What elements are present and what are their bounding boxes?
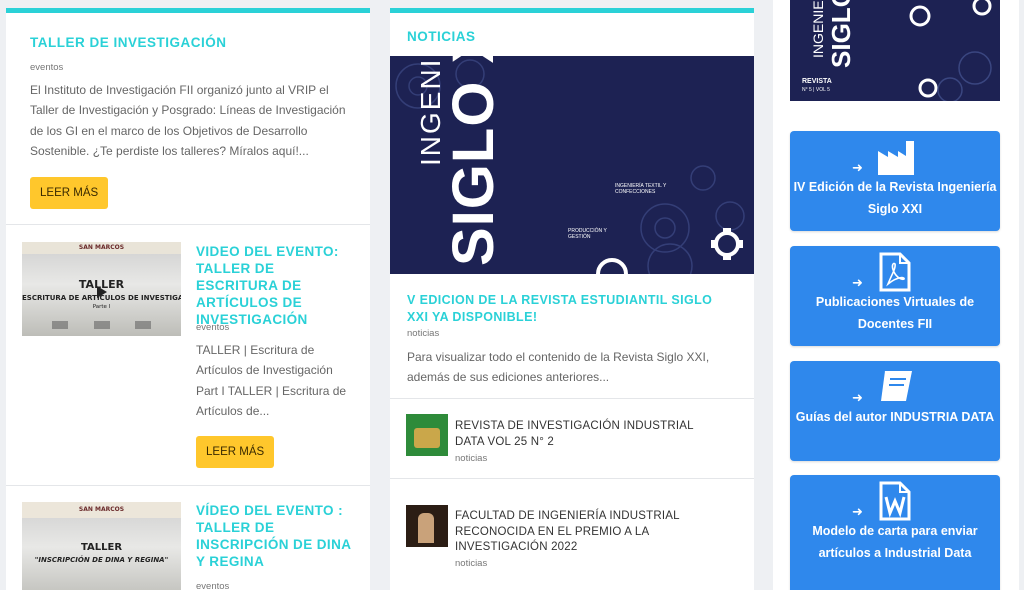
- book-icon: [879, 370, 912, 402]
- publicaciones-virtuales-button[interactable]: ➜ Publicaciones Virtuales de Docentes FI…: [790, 246, 1000, 346]
- cover-text-4: N° 5 | VOL 5: [802, 87, 830, 93]
- news-item-2-title[interactable]: FACULTAD DE INGENIERÍA INDUSTRIAL RECONO…: [455, 509, 735, 556]
- video-2-tag[interactable]: eventos: [196, 581, 229, 590]
- magazine-cover-thumbnail[interactable]: INGENIERÍA SIGLO REVISTA N° 5 | VOL 5: [790, 0, 1000, 101]
- news-item-1-title[interactable]: REVISTA DE INVESTIGACIÓN INDUSTRIAL DATA…: [455, 419, 720, 450]
- taller-title[interactable]: TALLER DE INVESTIGACIÓN: [30, 35, 227, 50]
- taller-excerpt: El Instituto de Investigación FII organi…: [30, 83, 346, 158]
- guias-del-autor-label: Guías del autor INDUSTRIA DATA: [795, 410, 995, 424]
- divider: [390, 398, 754, 399]
- featured-news-excerpt: Para visualizar todo el contenido de la …: [407, 350, 710, 385]
- video-1-thumbnail[interactable]: SAN MARCOS TALLER ESCRITURA DE ARTÍCULOS…: [22, 242, 181, 336]
- arrow-right-icon: ➜: [852, 160, 863, 175]
- thumbnail-line-1: TALLER: [80, 542, 123, 553]
- cover-text-1: INGENIERÍA: [810, 0, 826, 58]
- video-2-thumbnail[interactable]: SAN MARCOS TALLER "INSCRIPCIÓN DE DINA Y…: [22, 502, 181, 590]
- hero-label-b: PRODUCCIÓN Y GESTIÓN: [568, 228, 607, 240]
- thumbnail-header: SAN MARCOS: [22, 502, 181, 518]
- sidebar: INGENIERÍA SIGLO REVISTA N° 5 | VOL 5 ➜ …: [773, 0, 1019, 590]
- cover-text-2: SIGLO: [826, 0, 856, 68]
- news-section-title: NOTICIAS: [407, 29, 476, 44]
- news-column: NOTICIAS INGENIERÍA SIGLO XXI INGENIERÍA…: [390, 8, 754, 590]
- hero-label-a: INGENIERÍA TEXTIL Y CONFECCIONES: [615, 183, 667, 195]
- featured-news-image[interactable]: INGENIERÍA SIGLO XXI INGENIERÍA TEXTIL Y…: [390, 56, 754, 274]
- revista-siglo-xxi-label: IV Edición de la Revista Ingeniería Sigl…: [793, 180, 997, 216]
- revista-siglo-xxi-button[interactable]: ➜ IV Edición de la Revista Ingeniería Si…: [790, 131, 1000, 231]
- events-column: TALLER DE INVESTIGACIÓN eventos El Insti…: [6, 8, 370, 590]
- taller-read-more-button[interactable]: LEER MÁS: [30, 177, 109, 209]
- arrow-right-icon: ➜: [852, 390, 863, 405]
- thumbnail-detail: [418, 513, 434, 543]
- factory-icon: [878, 141, 914, 175]
- thumbnail-header-text: SAN MARCOS: [78, 506, 125, 513]
- news-item-1-tag[interactable]: noticias: [455, 453, 487, 464]
- modelo-de-carta-label: Modelo de carta para enviar artículos a …: [812, 524, 978, 560]
- cover-text-3: REVISTA: [802, 78, 832, 85]
- taller-tag[interactable]: eventos: [30, 62, 63, 73]
- divider: [390, 478, 754, 479]
- word-file-icon: [879, 481, 911, 521]
- pdf-file-icon: [879, 252, 911, 292]
- video-1-read-more-button[interactable]: LEER MÁS: [196, 436, 275, 468]
- featured-news-title[interactable]: V EDICION DE LA REVISTA ESTUDIANTIL SIGL…: [407, 292, 737, 326]
- hero-vertical-text-2: SIGLO XXI: [441, 56, 506, 266]
- video-2-title[interactable]: VÍDEO DEL EVENTO : TALLER DE INSCRIPCIÓN…: [196, 502, 356, 570]
- video-1-tag[interactable]: eventos: [196, 322, 229, 333]
- thumbnail-line-3: Parte I: [92, 304, 111, 310]
- publicaciones-virtuales-label: Publicaciones Virtuales de Docentes FII: [815, 295, 975, 331]
- divider: [6, 485, 370, 486]
- thumbnail-header: SAN MARCOS: [22, 242, 181, 254]
- arrow-right-icon: ➜: [852, 275, 863, 290]
- thumbnail-header-text: SAN MARCOS: [78, 244, 125, 251]
- modelo-de-carta-button[interactable]: ➜ Modelo de carta para enviar artículos …: [790, 475, 1000, 590]
- featured-news-tag[interactable]: noticias: [407, 328, 439, 339]
- guias-del-autor-button[interactable]: ➜ Guías del autor INDUSTRIA DATA: [790, 361, 1000, 461]
- thumbnail-detail: [414, 428, 440, 448]
- video-1-title[interactable]: VIDEO DEL EVENTO: TALLER DE ESCRITURA DE…: [196, 243, 356, 328]
- thumbnail-logos: [52, 321, 151, 331]
- arrow-right-icon: ➜: [852, 504, 863, 519]
- news-item-2-thumbnail[interactable]: [406, 505, 448, 547]
- thumbnail-line-2: "INSCRIPCIÓN DE DINA Y REGINA": [34, 556, 169, 564]
- news-item-1-thumbnail[interactable]: [406, 414, 448, 456]
- play-icon: [97, 286, 107, 298]
- news-item-2-tag[interactable]: noticias: [455, 558, 487, 569]
- video-1-excerpt: TALLER | Escritura de Artículos de Inves…: [196, 343, 347, 418]
- divider: [6, 224, 370, 225]
